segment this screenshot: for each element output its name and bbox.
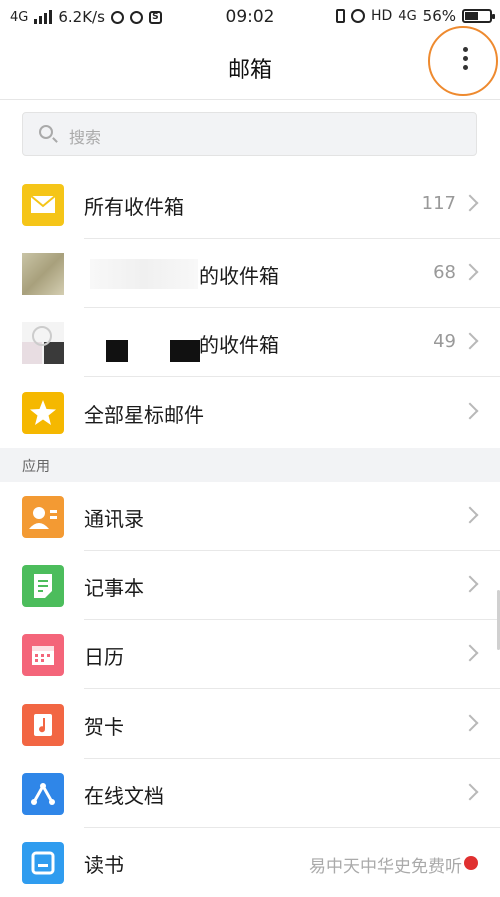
alarm-icon	[350, 9, 365, 23]
book-icon	[22, 842, 64, 884]
app-label: 日历	[84, 645, 124, 669]
hd-label: HD	[370, 8, 393, 24]
greeting-card-icon	[22, 704, 64, 746]
watermark-text: 易中天中华史免费听	[309, 857, 462, 877]
network-type-right: 4G	[398, 8, 417, 24]
mailbox-label: 全部星标邮件	[84, 403, 204, 427]
mailbox-account-2-inbox[interactable]: 的收件箱 49	[0, 308, 500, 377]
app-label: 记事本	[84, 576, 144, 600]
mailbox-count: 68	[433, 262, 456, 283]
battery-percent: 56%	[422, 7, 456, 25]
vibrate-icon	[335, 9, 345, 23]
more-options-button[interactable]	[428, 26, 498, 96]
online-docs-icon	[22, 773, 64, 815]
chevron-right-icon	[461, 506, 479, 524]
chevron-right-icon	[461, 263, 479, 281]
mailbox-all-inboxes[interactable]: 所有收件箱 117	[0, 170, 500, 239]
mailbox-count: 117	[421, 193, 456, 214]
app-label: 在线文档	[84, 784, 164, 808]
search-input[interactable]: 搜索	[22, 112, 477, 156]
redacted-block-2	[170, 340, 200, 362]
page-title: 邮箱	[227, 58, 272, 83]
battery-icon	[462, 9, 495, 23]
app-notepad[interactable]: 记事本	[0, 551, 500, 620]
calendar-icon	[22, 634, 64, 676]
account-avatar	[22, 322, 64, 364]
mailbox-starred[interactable]: 全部星标邮件	[0, 378, 500, 447]
redacted-name	[90, 259, 198, 289]
app-label: 通讯录	[84, 507, 144, 531]
chevron-right-icon	[461, 714, 479, 732]
app-contacts[interactable]: 通讯录	[0, 482, 500, 551]
apps-section-header: 应用	[0, 448, 500, 482]
network-speed: 6.2K/s	[58, 8, 105, 26]
app-online-docs[interactable]: 在线文档	[0, 759, 500, 828]
notepad-icon	[22, 565, 64, 607]
q-notification-icon-2	[129, 10, 143, 24]
mailbox-label: 所有收件箱	[84, 195, 184, 219]
app-label: 贺卡	[84, 715, 124, 739]
s-notification-icon: S	[148, 10, 162, 24]
search-icon	[39, 125, 53, 139]
chevron-right-icon	[461, 194, 479, 212]
contacts-icon	[22, 496, 64, 538]
app-calendar[interactable]: 日历	[0, 620, 500, 689]
q-notification-icon	[110, 10, 124, 24]
mailbox-label: 的收件箱	[199, 264, 279, 288]
mailbox-account-1-inbox[interactable]: 的收件箱 68	[0, 239, 500, 308]
title-bar: 邮箱	[0, 34, 500, 100]
app-label: 读书	[84, 853, 124, 877]
section-title: 应用	[22, 459, 50, 475]
chevron-right-icon	[461, 575, 479, 593]
network-type: 4G	[10, 9, 29, 25]
app-greeting-card[interactable]: 贺卡	[0, 690, 500, 759]
star-icon	[22, 392, 64, 434]
envelope-icon	[22, 184, 64, 226]
chevron-right-icon	[461, 402, 479, 420]
chevron-right-icon	[461, 783, 479, 801]
watermark-logo	[464, 856, 478, 870]
redacted-block-1	[106, 340, 128, 362]
search-placeholder: 搜索	[69, 128, 102, 147]
chevron-right-icon	[461, 332, 479, 350]
mailbox-count: 49	[433, 331, 456, 352]
signal-icon	[34, 10, 53, 24]
more-vertical-icon	[463, 47, 468, 74]
status-bar: 4G 6.2K/s S 09:02 HD 4G 56%	[0, 0, 500, 34]
chevron-right-icon	[461, 644, 479, 662]
account-avatar	[22, 253, 64, 295]
mailbox-label: 的收件箱	[199, 333, 279, 357]
